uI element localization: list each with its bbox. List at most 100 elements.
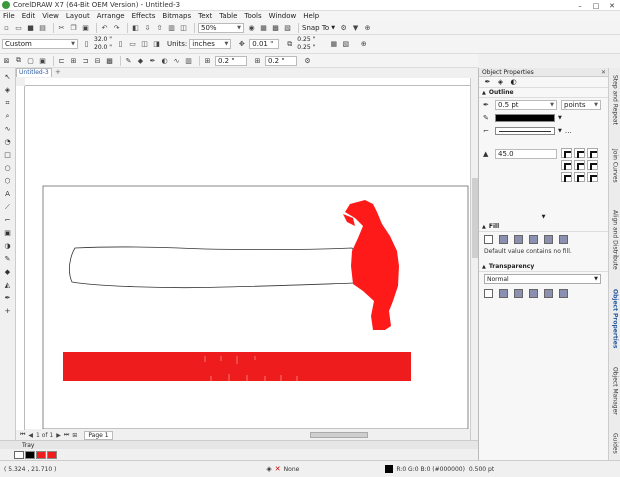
export-icon[interactable]: ⇧ <box>155 23 164 32</box>
two-color-pattern-button[interactable] <box>559 234 568 244</box>
page-width-field[interactable]: 32.0 " <box>94 36 112 44</box>
duplicate-icon[interactable]: ⧉ <box>14 56 23 65</box>
options-icon[interactable]: ▦ <box>329 40 338 49</box>
minimize-button[interactable]: – <box>572 0 588 11</box>
add-tool-icon[interactable]: + <box>3 306 13 316</box>
snap-to-button[interactable]: Snap To <box>302 24 329 32</box>
add-icon[interactable]: ⊕ <box>359 40 368 49</box>
docker-tab-step-and-repeat[interactable]: Step and Repeat <box>609 72 620 128</box>
docker-tab-guides[interactable]: Guides <box>609 428 620 458</box>
close-button[interactable]: ✕ <box>604 0 620 11</box>
docker-tab-align-distribute[interactable]: Align and Distribute <box>609 202 620 278</box>
units-dropdown[interactable]: inches ▼ <box>189 39 232 49</box>
drop-shadow-tool-icon[interactable]: ▣ <box>3 228 13 238</box>
menu-text[interactable]: Text <box>198 12 212 20</box>
corner-option-7[interactable] <box>561 172 572 182</box>
smart-fill-tool-icon[interactable]: ◔ <box>3 137 13 147</box>
miter-limit-field[interactable]: 45.0 <box>495 148 557 159</box>
new-icon[interactable]: ▫ <box>2 23 11 32</box>
text-tool-icon[interactable]: A <box>3 189 13 199</box>
polygon-tool-icon[interactable]: ⬡ <box>3 176 13 186</box>
bitmap-pattern-button[interactable] <box>544 234 553 244</box>
outline-section-header[interactable]: ▲ Outline <box>479 88 608 98</box>
chevron-down-icon[interactable]: ▼ <box>558 115 562 121</box>
open-icon[interactable]: ▭ <box>14 23 23 32</box>
more-options-icon[interactable]: … <box>565 127 572 135</box>
align-center-icon[interactable]: ⊞ <box>69 56 78 65</box>
ellipse-tool-icon[interactable]: ○ <box>3 163 13 173</box>
pen-icon[interactable]: ✒ <box>148 56 157 65</box>
transparency-mode-dropdown[interactable]: Normal ▼ <box>484 274 601 284</box>
new-tab-icon[interactable]: + <box>55 68 61 76</box>
transparency-tab-icon[interactable]: ◐ <box>509 78 518 87</box>
search-content-icon[interactable]: ◧ <box>131 23 140 32</box>
menu-effects[interactable]: Effects <box>132 12 156 20</box>
current-page-icon[interactable]: ◨ <box>152 40 161 49</box>
page-icon[interactable]: ▢ <box>26 56 35 65</box>
docker-tab-join-curves[interactable]: Join Curves <box>609 138 620 194</box>
options-icon[interactable]: ⚙ <box>339 23 348 32</box>
import-icon[interactable]: ⇩ <box>143 23 152 32</box>
menu-file[interactable]: File <box>3 12 15 20</box>
corner-option-8[interactable] <box>574 172 585 182</box>
page-tab[interactable]: Page 1 <box>84 430 113 440</box>
outline-pen-icon[interactable]: ✒ <box>3 293 13 303</box>
edit-icon[interactable]: ✎ <box>124 56 133 65</box>
portrait-icon[interactable]: ▯ <box>116 40 125 49</box>
line-style-dropdown[interactable] <box>495 126 555 135</box>
publish-pdf-icon[interactable]: ▥ <box>167 23 176 32</box>
trim-icon[interactable]: ▥ <box>184 56 193 65</box>
offset-field-2[interactable]: 0.2 " <box>265 55 297 66</box>
corner-option-4[interactable] <box>561 160 572 170</box>
vertical-ruler[interactable] <box>16 86 25 430</box>
expand-arrow-icon[interactable]: ▼ <box>479 214 608 222</box>
tray-label[interactable]: Tray <box>22 442 34 449</box>
weld-icon[interactable]: ◐ <box>160 56 169 65</box>
print-icon[interactable]: ▤ <box>38 23 47 32</box>
uniform-transparency-button[interactable] <box>499 288 508 298</box>
docker-tab-object-manager[interactable]: Object Manager <box>609 360 620 422</box>
chevron-down-icon[interactable]: ▼ <box>558 128 562 134</box>
menu-window[interactable]: Window <box>269 12 297 20</box>
corner-option-6[interactable] <box>587 160 598 170</box>
uniform-fill-button[interactable] <box>499 234 508 244</box>
menu-arrange[interactable]: Arrange <box>97 12 125 20</box>
nudge-field[interactable]: 0.01 " <box>249 39 280 49</box>
menu-table[interactable]: Table <box>219 12 237 20</box>
corner-option-5[interactable] <box>574 160 585 170</box>
distribute-icon[interactable]: ⊟ <box>93 56 102 65</box>
launcher-icon[interactable]: ▼ <box>351 23 360 32</box>
two-color-transparency-button[interactable] <box>559 288 568 298</box>
red-swatch-2[interactable] <box>47 450 57 459</box>
eyedropper-tool-icon[interactable]: ✎ <box>3 254 13 264</box>
align-left-icon[interactable]: ⊏ <box>57 56 66 65</box>
snap-icon[interactable]: ⊠ <box>2 56 11 65</box>
offset-field-1[interactable]: 0.2 " <box>215 55 247 66</box>
shape-tool-icon[interactable]: ◈ <box>3 85 13 95</box>
docker-tab-object-properties[interactable]: Object Properties <box>609 284 620 354</box>
drawing-canvas[interactable] <box>25 86 470 429</box>
menu-view[interactable]: View <box>42 12 59 20</box>
menu-edit[interactable]: Edit <box>22 12 36 20</box>
vector-transparency-button[interactable] <box>529 288 538 298</box>
prev-page-icon[interactable]: ◀ <box>28 432 33 439</box>
transparency-tool-icon[interactable]: ◑ <box>3 241 13 251</box>
pick-tool-icon[interactable]: ↖ <box>3 72 13 82</box>
offset-icon[interactable]: ⊞ <box>203 56 212 65</box>
menu-tools[interactable]: Tools <box>244 12 261 20</box>
fill-section-header[interactable]: ▲ Fill <box>479 222 608 232</box>
add-icon[interactable]: ⊕ <box>363 23 372 32</box>
fountain-transparency-button[interactable] <box>514 288 523 298</box>
offset-icon[interactable]: ⊞ <box>253 56 262 65</box>
bitmap-transparency-button[interactable] <box>544 288 553 298</box>
horizontal-ruler[interactable] <box>25 78 470 86</box>
black-swatch[interactable] <box>25 450 35 459</box>
menu-bitmaps[interactable]: Bitmaps <box>162 12 191 20</box>
vertical-scrollbar[interactable] <box>470 78 478 440</box>
no-transparency-button[interactable] <box>484 288 493 298</box>
outline-units-dropdown[interactable]: points ▼ <box>561 99 601 110</box>
align-right-icon[interactable]: ⊐ <box>81 56 90 65</box>
last-page-icon[interactable]: ⏭ <box>64 431 69 439</box>
outline-tab-icon[interactable]: ✒ <box>483 78 492 87</box>
welcome-icon[interactable]: ◫ <box>179 23 188 32</box>
